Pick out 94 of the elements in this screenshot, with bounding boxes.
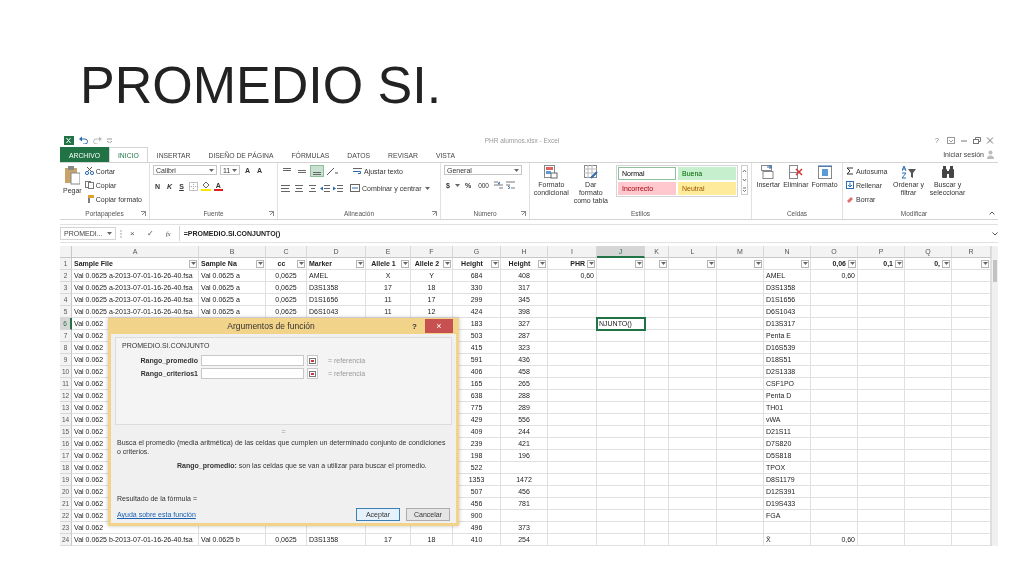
input-field[interactable]	[201, 355, 304, 366]
scrollbar-thumb[interactable]	[993, 260, 997, 282]
vertical-scrollbar[interactable]	[991, 246, 998, 546]
caret-icon	[190, 262, 196, 265]
ribbon-options-icon[interactable]	[947, 136, 955, 144]
undo-icon[interactable]	[79, 136, 88, 144]
caret-icon	[492, 262, 498, 265]
increase-decimal-icon[interactable]	[494, 181, 503, 189]
gallery-scroll-icon[interactable]	[741, 165, 748, 195]
fill-down-icon	[846, 181, 854, 189]
delete-cells-icon	[788, 165, 803, 179]
caret-icon	[849, 262, 855, 265]
eraser-icon	[846, 195, 854, 203]
caret-icon	[357, 262, 363, 265]
caret-icon	[588, 262, 594, 265]
collapse-ribbon-icon[interactable]	[988, 211, 995, 215]
filter-dropdown-button[interactable]	[587, 259, 595, 268]
conditional-format-icon	[544, 165, 559, 179]
caret-icon	[982, 262, 988, 265]
caret-icon	[943, 262, 949, 265]
caret-icon	[402, 262, 408, 265]
scissors-icon	[84, 167, 94, 175]
caret-icon	[636, 262, 642, 265]
filter-dropdown-button[interactable]	[801, 259, 809, 268]
copy-icon	[84, 181, 94, 189]
wrap-text-icon	[353, 167, 362, 175]
filter-dropdown-button[interactable]	[356, 259, 364, 268]
align-text-icon[interactable]	[294, 184, 304, 192]
caret-icon	[660, 262, 666, 265]
filter-dropdown-button[interactable]	[659, 259, 667, 268]
decrease-indent-icon[interactable]	[320, 184, 330, 192]
filter-dropdown-button[interactable]	[635, 259, 643, 268]
launcher-icon[interactable]	[141, 211, 146, 216]
filter-dropdown-button[interactable]	[707, 259, 715, 268]
cancel-button[interactable]: ×	[126, 229, 139, 238]
filter-dropdown-button[interactable]	[942, 259, 950, 268]
caret-icon	[209, 168, 214, 172]
caret-icon	[444, 262, 450, 265]
table-format-icon	[583, 165, 598, 179]
caret-icon	[514, 168, 519, 172]
insert-cells-icon	[761, 165, 776, 179]
merge-cells-icon	[350, 184, 360, 192]
sigma-icon	[846, 167, 854, 175]
expand-icon[interactable]	[992, 231, 998, 236]
spreadsheet-logo-icon	[64, 135, 74, 145]
filter-dropdown-button[interactable]	[401, 259, 409, 268]
restore-icon[interactable]	[973, 136, 981, 144]
range-select-button[interactable]	[307, 368, 318, 379]
binoculars-icon	[940, 165, 955, 179]
filter-dropdown-button[interactable]	[895, 259, 903, 268]
filter-dropdown-button[interactable]	[754, 259, 762, 268]
caret-icon	[539, 262, 545, 265]
close-button[interactable]: ×	[425, 319, 453, 333]
filter-dropdown-button[interactable]	[848, 259, 856, 268]
caret-icon	[257, 262, 263, 265]
clipboard-icon	[64, 165, 81, 185]
launcher-icon[interactable]	[432, 211, 437, 216]
vertical-align-button[interactable]	[311, 166, 323, 176]
fill-color-icon[interactable]	[200, 181, 211, 191]
enter-button[interactable]: ✓	[142, 229, 158, 238]
align-text-icon[interactable]	[307, 184, 317, 192]
range-select-icon	[309, 357, 316, 364]
user-icon	[987, 150, 994, 159]
range-select-icon	[309, 370, 316, 377]
format-cells-icon	[817, 165, 832, 179]
sort-filter-icon	[901, 165, 916, 179]
caret-icon	[755, 262, 761, 265]
slide-title: PROMEDIO SI.	[79, 55, 443, 116]
filter-dropdown-button[interactable]	[981, 259, 989, 268]
filter-dropdown-button[interactable]	[189, 259, 197, 268]
caret-icon	[107, 232, 112, 235]
launcher-icon[interactable]	[521, 211, 526, 216]
align-lines-icon	[298, 167, 306, 175]
caret-icon	[802, 262, 808, 265]
caret-icon	[896, 262, 902, 265]
text-angle-icon[interactable]	[326, 166, 338, 176]
launcher-icon[interactable]	[269, 211, 274, 216]
caret-icon	[232, 168, 238, 172]
increase-indent-icon[interactable]	[333, 184, 343, 192]
range-select-button[interactable]	[307, 355, 318, 366]
help-button[interactable]: ?	[404, 321, 425, 331]
filter-dropdown-button[interactable]	[491, 259, 499, 268]
filter-dropdown-button[interactable]	[297, 259, 305, 268]
caret-icon	[454, 183, 460, 187]
filter-dropdown-button[interactable]	[443, 259, 451, 268]
caret-icon	[424, 186, 430, 190]
decrease-decimal-icon[interactable]	[506, 181, 515, 189]
filter-dropdown-button[interactable]	[256, 259, 264, 268]
caret-icon	[708, 262, 714, 265]
caret-icon	[298, 262, 304, 265]
dialog-title: Argumentos de función	[226, 321, 316, 331]
filter-dropdown-button[interactable]	[538, 259, 546, 268]
align-text-icon[interactable]	[281, 184, 291, 192]
input-field[interactable]	[201, 368, 304, 379]
